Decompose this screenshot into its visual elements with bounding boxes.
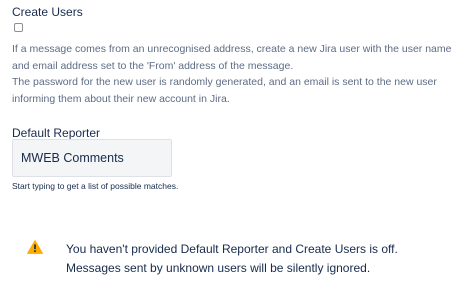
description-line: informing them about their new account i… <box>12 92 230 105</box>
mail-handler-settings: Create Users If a message comes from an … <box>0 0 472 301</box>
description-line: and email address set to the 'From' addr… <box>12 59 294 72</box>
description-line: If a message comes from an unrecognised … <box>12 43 452 55</box>
create-users-description: If a message comes from an unrecognised … <box>12 41 468 107</box>
create-users-label: Create Users <box>12 5 83 19</box>
warning-line: You haven't provided Default Reporter an… <box>66 242 398 256</box>
description-line: The password for the new user is randoml… <box>12 76 437 88</box>
warning-icon <box>27 240 43 254</box>
warning-line: Messages sent by unknown users will be s… <box>66 261 371 275</box>
create-users-checkbox[interactable] <box>14 23 23 32</box>
default-reporter-label: Default Reporter <box>12 126 101 140</box>
default-reporter-hint: Start typing to get a list of possible m… <box>12 181 179 191</box>
warning-message: You haven't provided Default Reporter an… <box>66 240 398 278</box>
default-reporter-input[interactable] <box>12 139 172 177</box>
